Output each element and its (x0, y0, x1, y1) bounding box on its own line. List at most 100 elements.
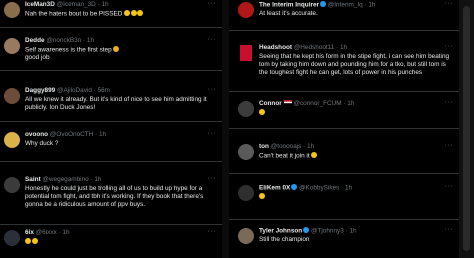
avatar[interactable] (4, 88, 20, 104)
tweet-header: EliKem 0X @KobbySikes · 1h (259, 184, 453, 193)
tweet-header: IceMan3D @Iceman_3D · 1h (25, 1, 216, 9)
tweet-text: Still the champion (259, 236, 310, 243)
tweet-text: Self awareness is the first step good jo… (25, 45, 216, 63)
reply-tweet[interactable]: 6ix @6ixxx · 1h ··· (0, 228, 222, 258)
display-name[interactable]: Headshoot (259, 44, 292, 51)
grin-emoji (311, 151, 318, 158)
display-name[interactable]: The Interim Inquirer (259, 2, 319, 9)
avatar[interactable] (238, 185, 254, 201)
avatar[interactable] (4, 38, 20, 54)
handle-time[interactable]: @OvoOnoCTH · 1h (50, 131, 106, 138)
handle-time[interactable]: @Tjohnny3 · 1h (311, 228, 357, 235)
reply-tweet[interactable]: Tyler Johnson @Tjohnny3 · 1h ··· Still t… (229, 226, 459, 258)
tweet-header: The Interim Inquirer @Interim_Iq · 1h (259, 1, 453, 10)
avatar[interactable] (4, 132, 20, 148)
reply-tweet[interactable]: ovoono @OvoOnoCTH · 1h ··· Why duck ? (0, 127, 222, 162)
display-name[interactable]: ton (259, 143, 269, 150)
right-replies-column: The Interim Inquirer @Interim_Iq · 1h ··… (229, 0, 459, 258)
avatar[interactable] (4, 2, 20, 18)
tweet-text: Honestly he could just be trolling all o… (25, 184, 204, 209)
display-name[interactable]: Tyler Johnson (259, 228, 302, 235)
handle-time[interactable]: @nonckB3n · 1h (46, 37, 94, 44)
tweet-header: Connor @connor_FCUM · 1h (259, 100, 453, 108)
reply-tweet[interactable]: ton @tooooajs · 1h ··· Can't beat it joi… (229, 141, 459, 174)
more-options-icon[interactable]: ··· (445, 183, 454, 190)
left-replies-column: IceMan3D @Iceman_3D · 1h ··· Nah the hat… (0, 0, 222, 258)
handle-time[interactable]: @Interim_Iq · 1h (328, 2, 376, 9)
reply-tweet[interactable]: IceMan3D @Iceman_3D · 1h ··· Nah the hat… (0, 0, 222, 28)
more-options-icon[interactable]: ··· (445, 43, 454, 50)
handle-time[interactable]: @wegegambino · 1h (42, 176, 101, 183)
display-name[interactable]: Dedde (25, 37, 45, 44)
more-options-icon[interactable]: ··· (445, 142, 454, 149)
handle-time[interactable]: @connor_FCUM · 1h (294, 100, 355, 107)
avatar[interactable] (238, 101, 254, 117)
tweet-text: Seeing that he kept his form in the stip… (259, 52, 450, 77)
tweet-header: 6ix @6ixxx · 1h (25, 229, 216, 237)
more-options-icon[interactable]: ··· (208, 175, 217, 182)
tweet-text (259, 108, 453, 118)
display-name[interactable]: Saint (25, 176, 41, 183)
avatar[interactable] (238, 2, 254, 18)
more-options-icon[interactable]: ··· (445, 99, 454, 106)
tweet-text (259, 193, 453, 202)
reply-tweet[interactable]: Daggy899 @AjiloDavid · 56m ··· All we kn… (0, 84, 222, 122)
avatar[interactable] (238, 144, 254, 160)
display-name[interactable]: EliKem 0X (259, 185, 290, 192)
more-options-icon[interactable]: ··· (208, 36, 217, 43)
grin-emoji (31, 237, 38, 244)
reply-tweet[interactable]: Headshoot @Hedshoot11 · 1h ··· Seeing th… (229, 41, 459, 92)
tweet-header: ton @tooooajs · 1h (259, 143, 453, 151)
reply-tweet[interactable]: Saint @wegegambino · 1h ··· Honestly he … (0, 174, 222, 225)
display-name[interactable]: 6ix (25, 229, 34, 236)
display-name[interactable]: Daggy899 (25, 87, 55, 94)
more-options-icon[interactable]: ··· (208, 130, 217, 137)
tweet-header: ovoono @OvoOnoCTH · 1h (25, 131, 216, 139)
reply-tweet[interactable]: EliKem 0X @KobbySikes · 1h ··· (229, 181, 459, 220)
grin-emoji (124, 9, 131, 16)
avatar[interactable] (4, 230, 20, 246)
tweet-header: Headshoot @Hedshoot11 · 1h (259, 44, 453, 52)
tweet-header: Dedde @nonckB3n · 1h (25, 37, 216, 45)
handle-time[interactable]: @Iceman_3D · 1h (57, 1, 109, 8)
more-options-icon[interactable]: ··· (445, 226, 454, 233)
display-name[interactable]: ovoono (25, 131, 48, 138)
scrollbar-thumb[interactable] (463, 6, 470, 251)
tweet-text (25, 237, 216, 247)
more-options-icon[interactable]: ··· (208, 0, 217, 7)
verified-badge-icon (303, 227, 310, 233)
verified-badge-icon (320, 1, 327, 7)
tweet-text: Can't beat it join it (259, 151, 453, 161)
more-options-icon[interactable]: ··· (445, 0, 454, 7)
display-name[interactable]: IceMan3D (25, 1, 55, 8)
handle-time[interactable]: @KobbySikes · 1h (299, 185, 352, 192)
avatar[interactable] (238, 228, 254, 244)
country-flag-icon (283, 100, 292, 105)
tweet-header: Saint @wegegambino · 1h (25, 176, 216, 184)
grin-emoji (130, 9, 137, 16)
more-options-icon[interactable]: ··· (208, 228, 217, 235)
avatar[interactable] (4, 177, 20, 193)
scrollbar[interactable] (459, 0, 474, 258)
grin-emoji (259, 108, 265, 115)
reply-tweet[interactable]: The Interim Inquirer @Interim_Iq · 1h ··… (229, 0, 459, 31)
more-options-icon[interactable]: ··· (208, 86, 217, 93)
grin-emoji (137, 9, 144, 16)
handle-time[interactable]: @tooooajs · 1h (271, 143, 314, 150)
tweet-text: Nah the haters bout to be PISSED (25, 9, 216, 19)
grin-emoji (259, 193, 265, 199)
flexed-biceps-emoji (113, 45, 120, 52)
handle-time[interactable]: @6ixxx · 1h (36, 229, 70, 236)
avatar[interactable] (240, 45, 252, 61)
display-name[interactable]: Connor (259, 100, 282, 107)
handle-time[interactable]: @Hedshoot11 · 1h (294, 44, 347, 51)
tweet-text: Why duck ? (25, 139, 59, 147)
tweet-text: All we knew it already. But it's kind of… (25, 95, 207, 111)
reply-tweet[interactable]: Connor @connor_FCUM · 1h ··· (229, 98, 459, 129)
reply-tweet[interactable]: Dedde @nonckB3n · 1h ··· Self awareness … (0, 34, 222, 71)
column-divider (222, 0, 229, 258)
handle-time[interactable]: @AjiloDavid · 56m (57, 87, 110, 94)
grin-emoji (25, 237, 31, 244)
tweet-text: At least it's accurate. (259, 10, 318, 17)
verified-badge-icon (291, 184, 298, 190)
